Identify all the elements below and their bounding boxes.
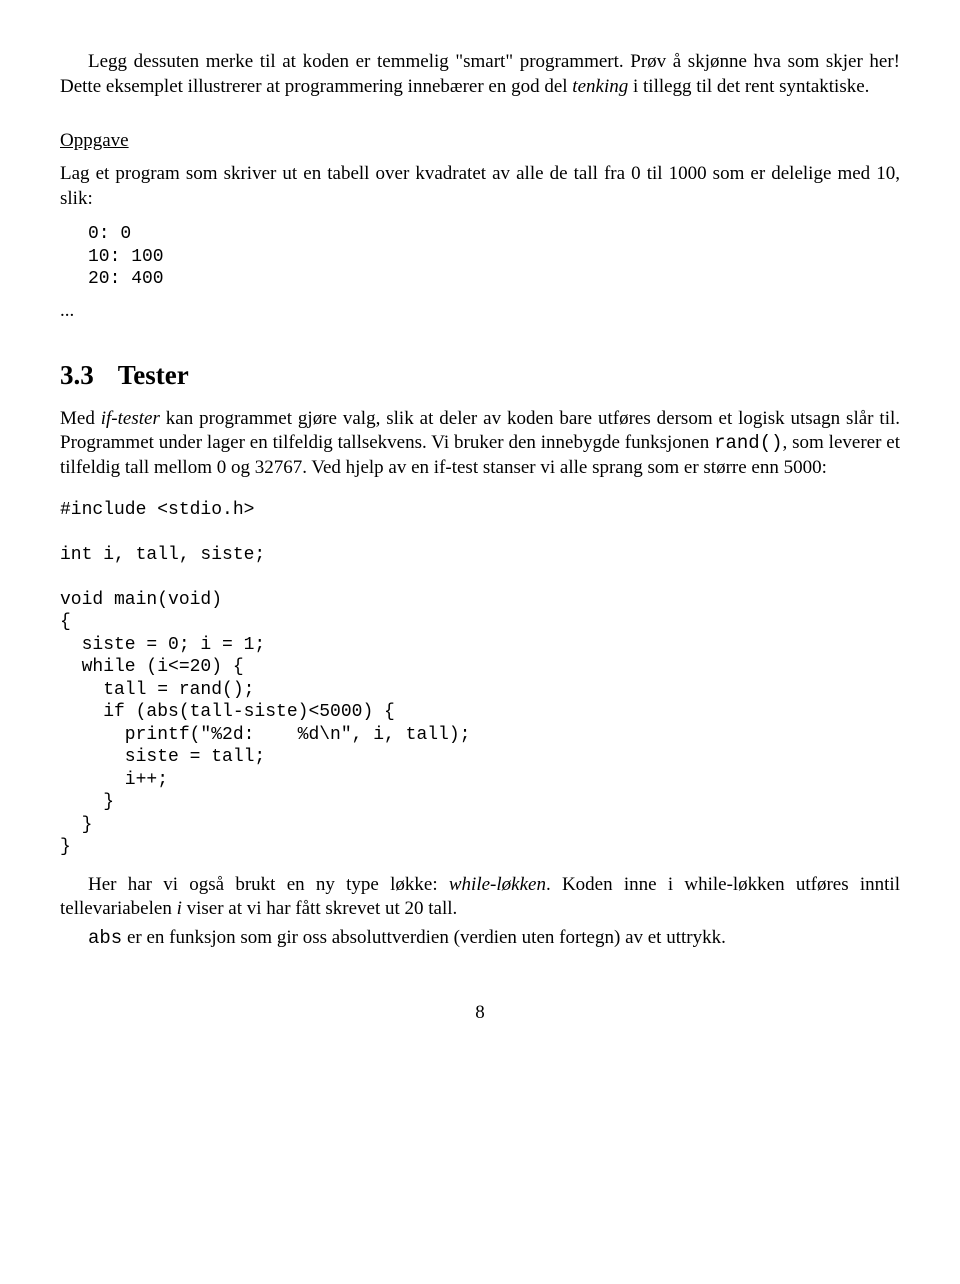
page-number: 8 xyxy=(60,1001,900,1026)
tester-paragraph: Med if-tester kan programmet gjøre valg,… xyxy=(60,407,900,481)
section-number: 3.3 xyxy=(60,360,94,390)
code-block-oppgave: 0: 0 10: 100 20: 400 xyxy=(88,223,900,291)
emphasis: if-tester xyxy=(101,408,160,429)
text: Med xyxy=(60,408,101,429)
intro-paragraph: Legg dessuten merke til at koden er temm… xyxy=(60,50,900,99)
abs-paragraph: abs er en funksjon som gir oss absoluttv… xyxy=(60,926,900,951)
text: er en funksjon som gir oss absoluttverdi… xyxy=(122,927,726,948)
text: viser at vi har fått skrevet ut 20 tall. xyxy=(182,898,457,919)
emphasis-while: while-løkken xyxy=(449,874,546,895)
heading-oppgave: Oppgave xyxy=(60,129,900,154)
ellipsis: ... xyxy=(60,299,900,324)
inline-code: rand() xyxy=(714,432,782,454)
inline-code-abs: abs xyxy=(88,927,122,949)
section-title: Tester xyxy=(118,360,189,390)
section-heading: 3.3 Tester xyxy=(60,358,900,393)
oppgave-paragraph: Lag et program som skriver ut en tabell … xyxy=(60,162,900,211)
code-block-tester: #include <stdio.h> int i, tall, siste; v… xyxy=(60,499,900,859)
while-paragraph: Her har vi også brukt en ny type løkke: … xyxy=(60,873,900,922)
emphasis: tenking xyxy=(572,76,628,97)
text: i tillegg til det rent syntaktiske. xyxy=(628,76,869,97)
text: Her har vi også brukt en ny type løkke: xyxy=(88,874,449,895)
